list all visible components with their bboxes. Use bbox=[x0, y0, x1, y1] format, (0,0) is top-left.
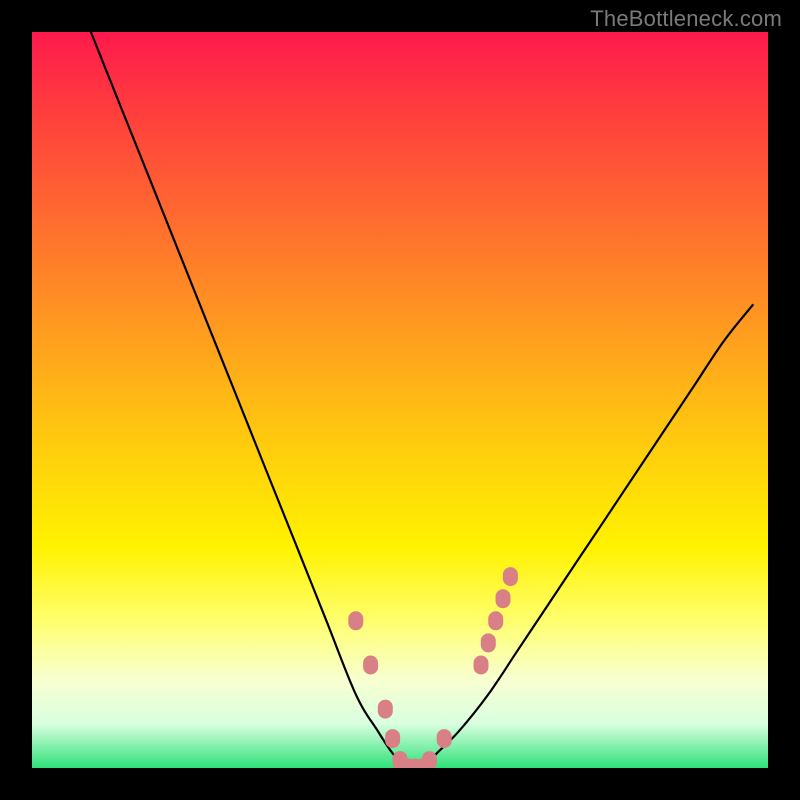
plot-area bbox=[32, 32, 768, 768]
curve-marker bbox=[474, 656, 488, 674]
curve-marker bbox=[422, 752, 436, 768]
curve-marker bbox=[378, 700, 392, 718]
curve-svg bbox=[32, 32, 768, 768]
curve-marker bbox=[481, 634, 495, 652]
curve-marker bbox=[349, 612, 363, 630]
curve-marker bbox=[503, 568, 517, 586]
curve-marker bbox=[364, 656, 378, 674]
watermark-text: TheBottleneck.com bbox=[590, 6, 782, 32]
bottleneck-curve bbox=[91, 32, 753, 768]
marker-group bbox=[349, 568, 518, 768]
curve-marker bbox=[496, 590, 510, 608]
chart-frame: TheBottleneck.com bbox=[0, 0, 800, 800]
curve-marker bbox=[489, 612, 503, 630]
curve-marker bbox=[386, 730, 400, 748]
curve-marker bbox=[437, 730, 451, 748]
